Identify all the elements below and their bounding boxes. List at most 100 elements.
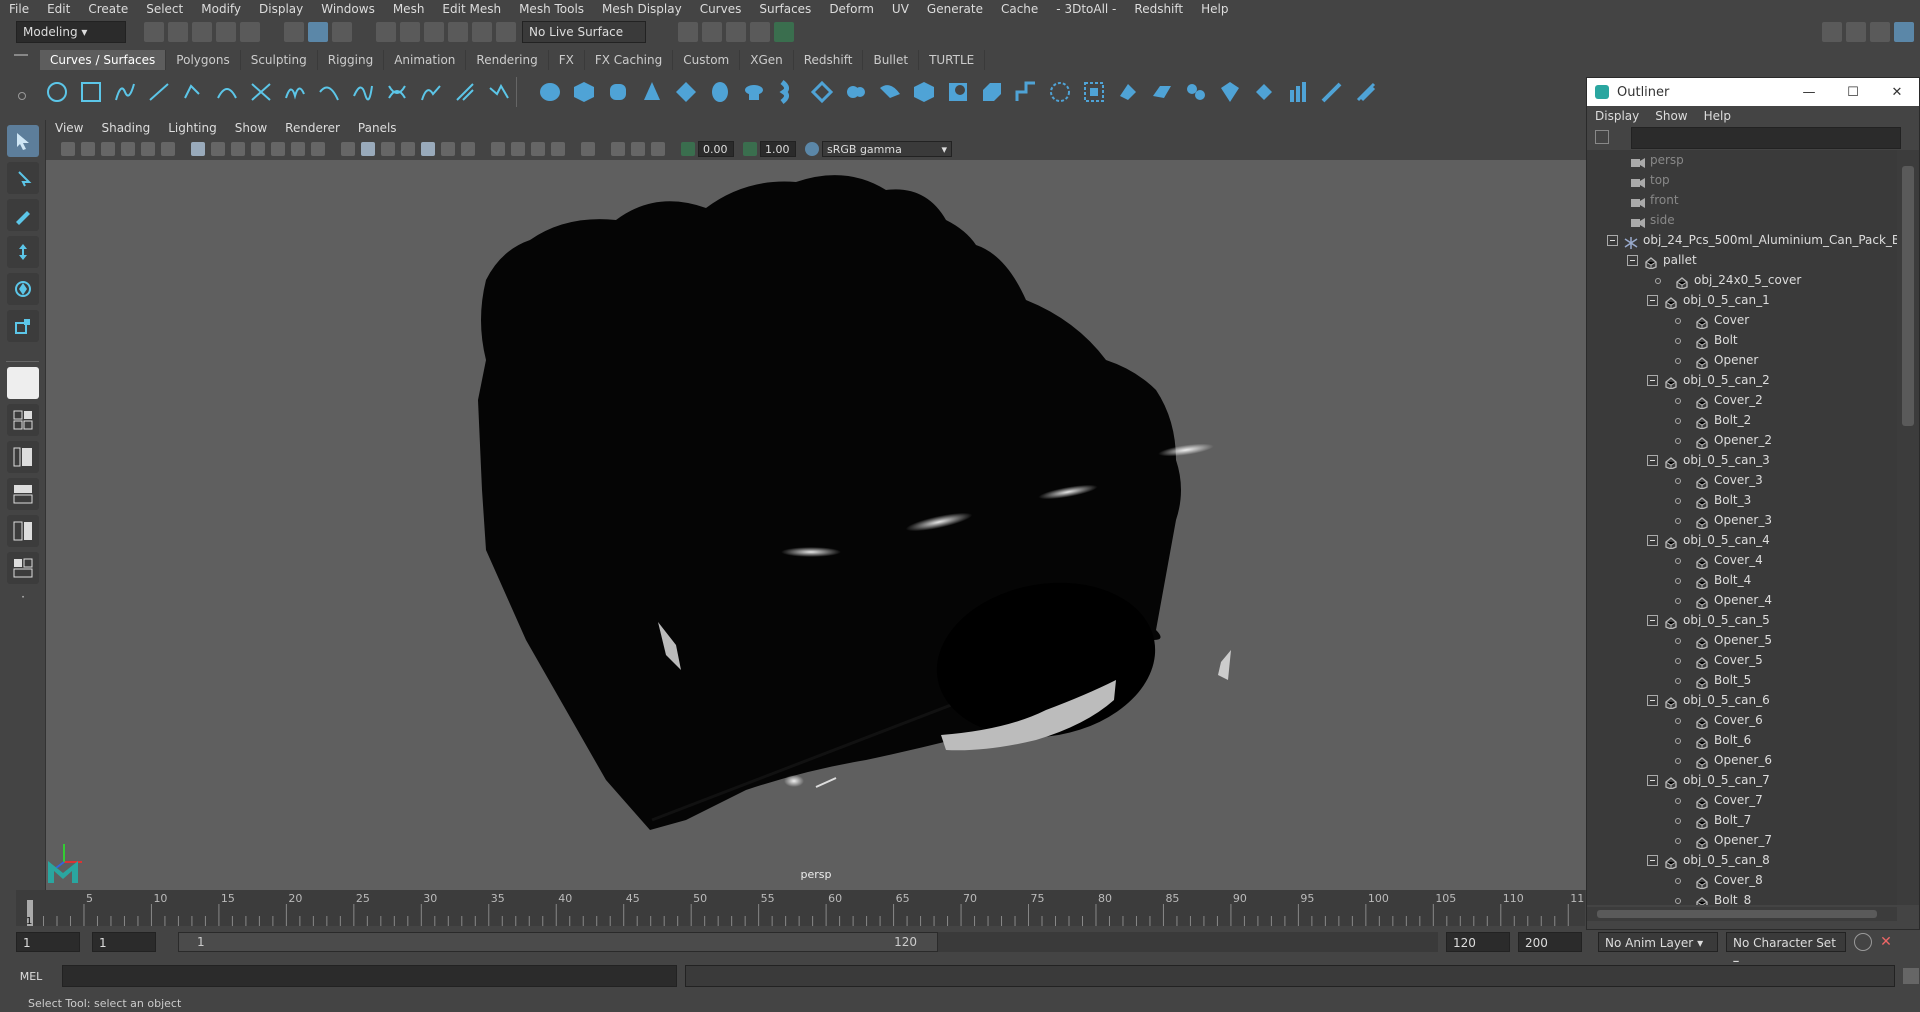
bevel-plus-icon[interactable] (910, 78, 938, 106)
xray-icon[interactable] (611, 142, 625, 156)
outliner-item[interactable]: Cover_8 (1587, 870, 1897, 890)
outliner-scroll-thumb[interactable] (1902, 166, 1914, 426)
detach-curves-icon[interactable] (315, 78, 343, 106)
extend-surface-icon[interactable] (1284, 78, 1312, 106)
safe-title-icon[interactable] (311, 142, 325, 156)
nurbs-cube-icon[interactable] (570, 78, 598, 106)
visibility-dot-icon[interactable] (1675, 897, 1681, 904)
custom-layout-icon[interactable] (7, 552, 39, 584)
outliner-toggle-icon[interactable] (1894, 22, 1914, 42)
screen-space-ao-icon[interactable] (491, 142, 505, 156)
range-slider-handle[interactable]: 1 120 (178, 932, 938, 952)
visibility-dot-icon[interactable] (1675, 877, 1681, 884)
outliner-search-input[interactable] (1631, 127, 1901, 149)
menu-edit[interactable]: Edit (38, 0, 79, 18)
minimize-icon[interactable]: — (1787, 85, 1831, 100)
outliner-menu-display[interactable]: Display (1587, 106, 1647, 126)
boundary-icon[interactable] (944, 78, 972, 106)
menu-mesh-tools[interactable]: Mesh Tools (510, 0, 593, 18)
arc-tool-icon[interactable] (213, 78, 241, 106)
snap-magnet-icon[interactable] (496, 22, 516, 42)
menu-deform[interactable]: Deform (820, 0, 883, 18)
hypershade-layout-icon[interactable] (7, 515, 39, 547)
color-space-dropdown[interactable]: sRGB gamma ▾ (822, 141, 952, 157)
maximize-icon[interactable]: ☐ (1831, 85, 1875, 100)
persp-graph-layout-icon[interactable] (7, 478, 39, 510)
visibility-dot-icon[interactable] (1675, 497, 1681, 504)
animation-end-field[interactable]: 200 (1518, 932, 1582, 952)
textured-icon[interactable] (421, 142, 435, 156)
open-scene-icon[interactable] (168, 22, 188, 42)
image-plane-icon[interactable] (121, 142, 135, 156)
shelf-tab-redshift[interactable]: Redshift (794, 50, 864, 70)
extrude-icon[interactable] (842, 78, 870, 106)
live-surface-field[interactable]: No Live Surface (522, 21, 646, 43)
menu-create[interactable]: Create (79, 0, 137, 18)
reverse-curve-icon[interactable] (451, 78, 479, 106)
toolbox-more-icon[interactable]: · (7, 589, 39, 605)
outliner-item[interactable]: obj_0_5_can_1 (1587, 290, 1897, 310)
outliner-horizontal-scrollbar[interactable] (1587, 907, 1897, 921)
auto-key-icon[interactable] (1854, 933, 1872, 951)
outliner-item[interactable]: Bolt (1587, 330, 1897, 350)
menu-cache[interactable]: Cache (992, 0, 1047, 18)
insert-isoparms-icon[interactable] (1250, 78, 1278, 106)
exposure-icon[interactable] (681, 142, 695, 156)
move-tool-icon[interactable] (7, 236, 39, 268)
menu-mesh-display[interactable]: Mesh Display (593, 0, 691, 18)
select-object-icon[interactable] (308, 22, 328, 42)
isolate-select-icon[interactable] (581, 142, 595, 156)
outliner-item[interactable]: Opener_5 (1587, 630, 1897, 650)
shelf-tab-animation[interactable]: Animation (384, 50, 467, 70)
save-scene-icon[interactable] (192, 22, 212, 42)
four-view-layout-icon[interactable] (7, 404, 39, 436)
collapse-icon[interactable] (1647, 375, 1658, 386)
outliner-item[interactable]: top (1587, 170, 1897, 190)
outliner-item[interactable]: Cover_2 (1587, 390, 1897, 410)
menu-edit-mesh[interactable]: Edit Mesh (433, 0, 510, 18)
outliner-item[interactable]: front (1587, 190, 1897, 210)
visibility-dot-icon[interactable] (1675, 837, 1681, 844)
birail-icon[interactable] (876, 78, 904, 106)
playback-start-field[interactable]: 1 (92, 932, 156, 952)
revolve-icon[interactable] (740, 78, 768, 106)
panel-menu-show[interactable]: Show (226, 118, 276, 138)
exposure-field[interactable]: 0.00 (698, 141, 734, 157)
select-component-icon[interactable] (332, 22, 352, 42)
outliner-item[interactable]: Bolt_7 (1587, 810, 1897, 830)
visibility-dot-icon[interactable] (1675, 357, 1681, 364)
grease-pencil-icon[interactable] (161, 142, 175, 156)
xray-joints-icon[interactable] (631, 142, 645, 156)
render-settings-icon[interactable] (750, 22, 770, 42)
menu-curves[interactable]: Curves (691, 0, 751, 18)
visibility-dot-icon[interactable] (1675, 397, 1681, 404)
menu-display[interactable]: Display (250, 0, 312, 18)
gamma-icon[interactable] (743, 142, 757, 156)
animation-start-field[interactable]: 1 (16, 932, 80, 952)
menu-surfaces[interactable]: Surfaces (750, 0, 820, 18)
collapse-icon[interactable] (1647, 775, 1658, 786)
backface-culling-icon[interactable] (651, 142, 665, 156)
wireframe-icon[interactable] (341, 142, 355, 156)
loft-icon[interactable] (774, 78, 802, 106)
script-editor-icon[interactable] (1903, 968, 1919, 984)
visibility-dot-icon[interactable] (1675, 797, 1681, 804)
gamma-field[interactable]: 1.00 (760, 141, 796, 157)
untrim-icon[interactable] (1046, 78, 1074, 106)
visibility-dot-icon[interactable] (1675, 577, 1681, 584)
outliner-item[interactable]: Cover_3 (1587, 470, 1897, 490)
depth-of-field-icon[interactable] (551, 142, 565, 156)
shelf-tab-polygons[interactable]: Polygons (166, 50, 241, 70)
project-curve-icon[interactable] (1114, 78, 1142, 106)
collapse-icon[interactable] (1647, 695, 1658, 706)
nurbs-torus-icon[interactable] (706, 78, 734, 106)
planar-icon[interactable] (808, 78, 836, 106)
script-language-label[interactable]: MEL (0, 970, 62, 983)
panel-menu-view[interactable]: View (46, 118, 92, 138)
outliner-item[interactable]: Opener_7 (1587, 830, 1897, 850)
render-view-icon[interactable] (678, 22, 698, 42)
outliner-item[interactable]: Bolt_4 (1587, 570, 1897, 590)
select-tool-icon[interactable] (7, 125, 39, 157)
shelf-tab-turtle[interactable]: TURTLE (919, 50, 986, 70)
detach-surfaces-icon[interactable] (1182, 78, 1210, 106)
